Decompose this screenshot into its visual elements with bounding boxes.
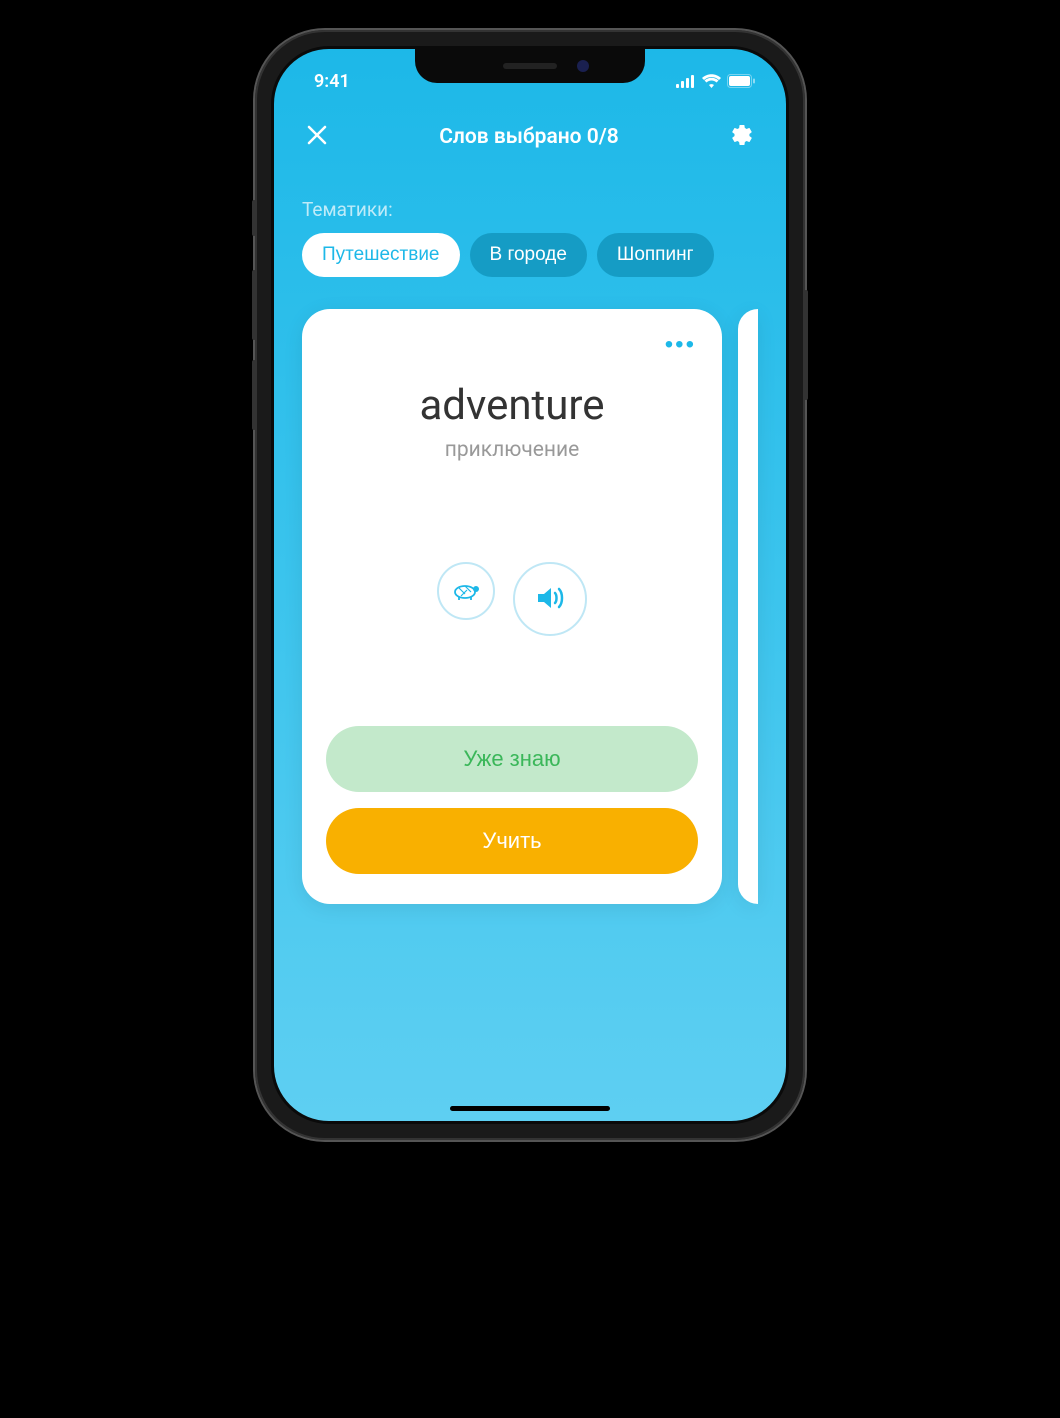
topic-chips: Путешествие В городе Шоппинг (302, 233, 758, 277)
turtle-icon (451, 580, 481, 603)
status-indicators (676, 74, 756, 88)
learn-button[interactable]: Учить (326, 808, 698, 874)
side-button (804, 290, 808, 400)
speaker-icon (534, 584, 566, 615)
card-container[interactable]: ••• adventure приключение (274, 277, 786, 904)
battery-icon (727, 74, 756, 88)
audio-button[interactable] (513, 562, 587, 636)
word-card: ••• adventure приключение (302, 309, 722, 904)
phone-frame: 9:41 (255, 30, 805, 1140)
word-main: adventure (326, 381, 698, 430)
notch-camera (577, 60, 589, 72)
cellular-signal-icon (676, 75, 696, 88)
topic-chip-city[interactable]: В городе (470, 233, 587, 277)
slow-audio-button[interactable] (437, 562, 495, 620)
topics-label: Тематики: (302, 198, 758, 221)
next-card-peek[interactable] (738, 309, 758, 904)
more-horizontal-icon: ••• (665, 331, 696, 358)
audio-controls (326, 562, 698, 636)
phone-bezel: 9:41 (271, 46, 789, 1124)
home-indicator[interactable] (450, 1106, 610, 1111)
status-time: 9:41 (314, 71, 374, 92)
topic-chip-shopping[interactable]: Шоппинг (597, 233, 714, 277)
close-button[interactable] (302, 120, 332, 153)
topics-section: Тематики: Путешествие В городе Шоппинг (274, 174, 786, 277)
side-button (252, 200, 256, 236)
page-title: Слов выбрано 0/8 (439, 125, 619, 149)
card-menu-button[interactable]: ••• (661, 327, 700, 363)
gear-icon (730, 135, 754, 150)
notch (415, 49, 645, 83)
settings-button[interactable] (726, 119, 758, 154)
side-button (252, 270, 256, 340)
already-know-button[interactable]: Уже знаю (326, 726, 698, 792)
notch-speaker (503, 63, 557, 69)
screen: 9:41 (274, 49, 786, 1121)
topic-chip-travel[interactable]: Путешествие (302, 233, 460, 277)
wifi-icon (702, 74, 721, 88)
close-icon (306, 134, 328, 149)
word-translation: приключение (326, 438, 698, 462)
header: Слов выбрано 0/8 (274, 99, 786, 174)
side-button (252, 360, 256, 430)
